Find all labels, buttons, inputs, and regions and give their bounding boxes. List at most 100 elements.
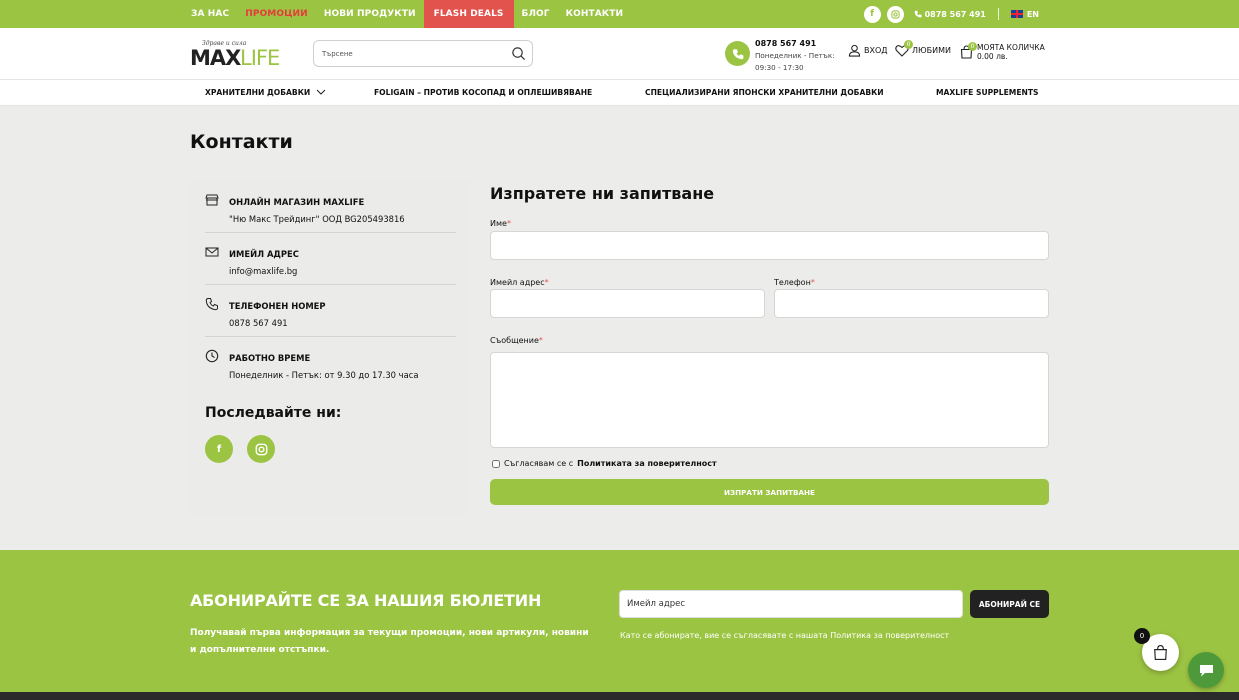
login-button[interactable]: ВХОД	[848, 44, 888, 57]
category-nav: ХРАНИТЕЛНИ ДОБАВКИ FOLIGAIN – ПРОТИВ КОС…	[0, 80, 1239, 106]
info-store: ОНЛАЙН МАГАЗИН MAXLIFE "Ню Макс Трейдинг…	[205, 181, 456, 233]
facebook-icon[interactable]: f	[863, 5, 881, 23]
info-value[interactable]: 0878 567 491	[229, 318, 288, 328]
message-label-text: Съобщение	[490, 336, 539, 345]
follow-title: Последвайте ни:	[205, 405, 342, 421]
page-title: Контакти	[190, 131, 293, 153]
logo-life: LIFE	[240, 46, 280, 70]
required-mark: *	[810, 278, 815, 287]
top-phone[interactable]: 0878 567 491	[914, 10, 986, 19]
user-icon	[848, 44, 861, 57]
top-link-promotions[interactable]: ПРОМОЦИИ	[237, 0, 316, 28]
store-icon	[205, 194, 219, 206]
facebook-icon[interactable]: f	[205, 435, 233, 463]
envelope-icon	[205, 247, 219, 257]
privacy-consent[interactable]: Съгласявам се с Политиката за поверителн…	[492, 459, 717, 468]
top-bar: ЗА НАС ПРОМОЦИИ НОВИ ПРОДУКТИ FLASH DEAL…	[0, 0, 1239, 28]
info-label: ИМЕЙЛ АДРЕС	[229, 249, 299, 259]
submit-inquiry-button[interactable]: ИЗПРАТИ ЗАПИТВАНЕ	[490, 479, 1049, 505]
top-link-contacts[interactable]: КОНТАКТИ	[558, 0, 631, 28]
required-mark: *	[538, 336, 543, 345]
category-japanese[interactable]: СПЕЦИАЛИЗИРАНИ ЯПОНСКИ ХРАНИТЕЛНИ ДОБАВК…	[645, 80, 884, 106]
phone-label-text: Телефон	[774, 278, 811, 287]
message-field[interactable]	[490, 352, 1049, 448]
header: Здраве и сила MAX LIFE 0878 567 491 Поне…	[0, 28, 1239, 80]
info-phone: ТЕЛЕФОНЕН НОМЕР 0878 567 491	[205, 285, 456, 337]
favorites-button[interactable]: 0 ЛЮБИМИ	[895, 40, 952, 57]
bag-icon	[1154, 644, 1167, 660]
uk-flag-icon	[1010, 10, 1023, 18]
info-value: "Ню Макс Трейдинг" ООД BG205493816	[229, 214, 405, 224]
email-label-text: Имейл адрес	[490, 278, 545, 287]
form-title: Изпратете ни запитване	[490, 184, 715, 203]
phone-field[interactable]	[774, 289, 1049, 318]
top-link-blog[interactable]: БЛОГ	[514, 0, 558, 28]
search-icon[interactable]	[511, 46, 526, 61]
info-value[interactable]: info@maxlife.bg	[229, 266, 297, 276]
logo[interactable]: Здраве и сила MAX LIFE	[190, 40, 285, 70]
phone-label: Телефон*	[774, 278, 815, 287]
footer-strip	[0, 692, 1239, 700]
chat-icon	[1199, 664, 1213, 676]
favorites-count: 0	[904, 40, 913, 49]
top-link-new-products[interactable]: НОВИ ПРОДУКТИ	[316, 0, 424, 28]
category-supplements[interactable]: ХРАНИТЕЛНИ ДОБАВКИ	[205, 80, 326, 106]
header-contact: 0878 567 491 Понеделник - Петък: 09:30 -…	[725, 39, 845, 74]
chevron-down-icon	[316, 89, 326, 95]
required-mark: *	[506, 219, 511, 228]
top-nav: ЗА НАС ПРОМОЦИИ НОВИ ПРОДУКТИ FLASH DEAL…	[183, 0, 631, 28]
working-hours: Понеделник - Петък: 09:30 - 17:30	[755, 50, 845, 74]
top-link-flash-deals[interactable]: FLASH DEALS	[423, 0, 514, 28]
top-link-about[interactable]: ЗА НАС	[183, 0, 237, 28]
privacy-checkbox[interactable]	[492, 459, 500, 468]
cart-count: 0	[968, 42, 977, 51]
phone-icon	[205, 298, 218, 311]
info-hours: РАБОТНО ВРЕМЕ Понеделник - Петък: от 9.3…	[205, 337, 456, 389]
info-label: ОНЛАЙН МАГАЗИН MAXLIFE	[229, 197, 365, 207]
floating-cart-count: 0	[1134, 628, 1150, 644]
category-foligain[interactable]: FOLIGAIN – ПРОТИВ КОСОПАД И ОПЛЕШИВЯВАНЕ	[374, 80, 592, 106]
name-label: Име*	[490, 219, 511, 228]
favorites-label: ЛЮБИМИ	[912, 46, 952, 55]
instagram-icon[interactable]	[886, 5, 904, 23]
name-label-text: Име	[490, 219, 507, 228]
search-box	[313, 40, 533, 67]
cart-total: 0.00 лв.	[977, 52, 1008, 61]
privacy-policy-link[interactable]: Политиката за поверителност	[577, 459, 717, 468]
working-days: Понеделник - Петък:	[755, 51, 835, 60]
name-field[interactable]	[490, 231, 1049, 260]
search-input[interactable]	[322, 41, 502, 66]
clock-icon	[205, 349, 219, 363]
email-field[interactable]	[490, 289, 765, 318]
phone-icon	[725, 41, 750, 66]
instagram-icon[interactable]	[247, 435, 275, 463]
info-email: ИМЕЙЛ АДРЕС info@maxlife.bg	[205, 233, 456, 285]
cart-icon-wrap: 0	[960, 42, 977, 59]
cart-label: МОЯТА КОЛИЧКА	[977, 43, 1045, 52]
contact-info-box: ОНЛАЙН МАГАЗИН MAXLIFE "Ню Макс Трейдинг…	[190, 181, 470, 518]
info-label: ТЕЛЕФОНЕН НОМЕР	[229, 301, 326, 311]
heart-icon-wrap: 0	[895, 40, 913, 57]
phone-icon	[914, 10, 922, 18]
info-label: РАБОТНО ВРЕМЕ	[229, 353, 311, 363]
chat-button[interactable]	[1188, 652, 1224, 688]
newsletter-note: Като се абонирате, вие се съгласявате с …	[620, 631, 950, 640]
login-label: ВХОД	[864, 46, 888, 55]
message-label: Съобщение*	[490, 336, 543, 345]
top-phone-number: 0878 567 491	[924, 9, 986, 19]
header-phone-number[interactable]: 0878 567 491	[755, 39, 816, 48]
category-maxlife[interactable]: MAXLIFE SUPPLEMENTS	[936, 80, 1039, 106]
working-time: 09:30 - 17:30	[755, 63, 804, 72]
info-value: Понеделник - Петък: от 9.30 до 17.30 час…	[229, 370, 419, 380]
divider	[997, 8, 999, 20]
newsletter-title: АБОНИРАЙТЕ СЕ ЗА НАШИЯ БЮЛЕТИН	[190, 591, 542, 610]
cart-button[interactable]: 0 МОЯТА КОЛИЧКА 0.00 лв.	[960, 42, 1045, 61]
top-right: f 0878 567 491 EN	[863, 0, 1039, 28]
newsletter-section: АБОНИРАЙТЕ СЕ ЗА НАШИЯ БЮЛЕТИН Получавай…	[0, 550, 1239, 692]
newsletter-description: Получавай първа информация за текущи про…	[190, 628, 589, 655]
language-label: EN	[1026, 9, 1039, 19]
newsletter-email-input[interactable]	[619, 590, 963, 618]
email-label: Имейл адрес*	[490, 278, 549, 287]
subscribe-button[interactable]: АБОНИРАЙ СЕ	[970, 590, 1049, 618]
language-switcher[interactable]: EN	[1010, 9, 1039, 19]
